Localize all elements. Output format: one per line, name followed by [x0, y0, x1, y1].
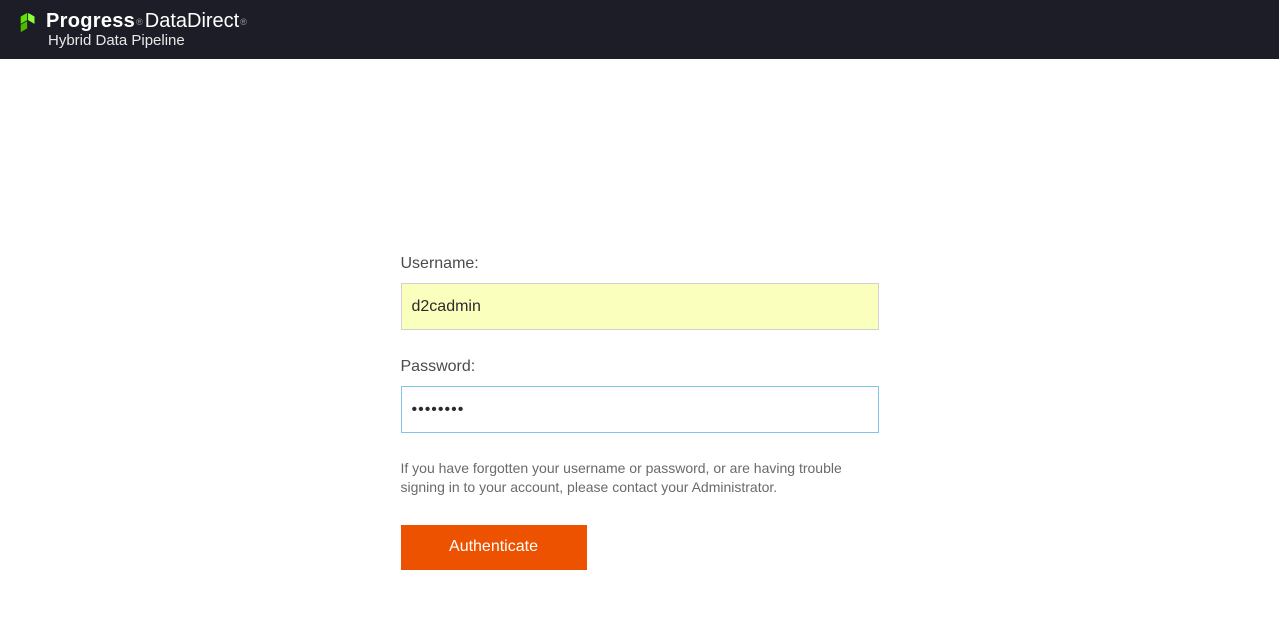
password-group: Password:: [401, 358, 879, 433]
app-header: Progress ® DataDirect ® Hybrid Data Pipe…: [0, 0, 1279, 59]
brand-primary-text: Progress: [46, 10, 135, 33]
username-group: Username:: [401, 255, 879, 330]
progress-logo-icon: [18, 11, 40, 33]
brand-secondary-text: DataDirect: [145, 10, 239, 33]
main-content: Username: Password: If you have forgotte…: [0, 59, 1279, 570]
brand-reg-mark-2: ®: [240, 17, 247, 27]
brand-reg-mark: ®: [136, 17, 143, 27]
username-label: Username:: [401, 255, 879, 273]
brand-logo-group: Progress ® DataDirect ® Hybrid Data Pipe…: [18, 10, 247, 49]
brand-logo-row: Progress ® DataDirect ®: [18, 10, 247, 33]
password-label: Password:: [401, 358, 879, 376]
help-text: If you have forgotten your username or p…: [401, 459, 879, 497]
authenticate-button[interactable]: Authenticate: [401, 525, 587, 570]
login-form: Username: Password: If you have forgotte…: [401, 255, 879, 570]
password-input[interactable]: [401, 386, 879, 433]
username-input[interactable]: [401, 283, 879, 330]
brand-subtitle: Hybrid Data Pipeline: [48, 32, 247, 49]
